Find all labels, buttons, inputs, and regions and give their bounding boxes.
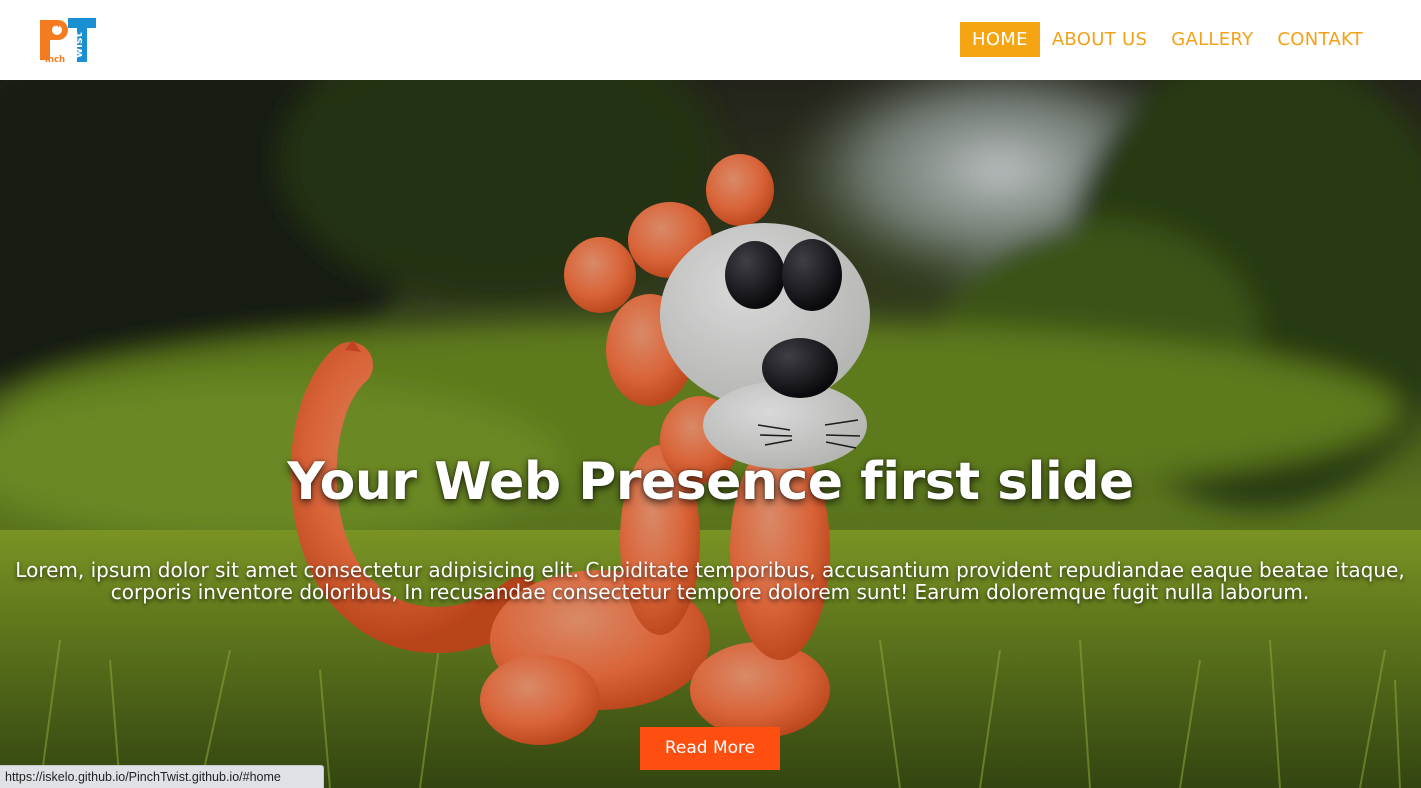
hero-background-image — [0, 80, 1421, 788]
nav-item-gallery[interactable]: GALLERY — [1159, 22, 1265, 57]
pinchtwist-logo-icon: wist inch — [40, 18, 96, 65]
nav-item-home[interactable]: HOME — [960, 22, 1040, 57]
brand-logo[interactable]: wist inch — [38, 16, 100, 65]
read-more-button[interactable]: Read More — [640, 727, 780, 770]
hero-slide: Your Web Presence first slide Lorem, ips… — [0, 80, 1421, 788]
status-bar-url: https://iskelo.github.io/PinchTwist.gith… — [0, 765, 324, 788]
navbar: wist inch HOME ABOUT US GALLERY CONTAKT — [0, 0, 1421, 80]
nav-item-about-us[interactable]: ABOUT US — [1040, 22, 1159, 57]
nav-item-contakt[interactable]: CONTAKT — [1265, 22, 1375, 57]
main-nav: HOME ABOUT US GALLERY CONTAKT — [960, 22, 1375, 57]
svg-text:wist: wist — [72, 32, 85, 58]
hero-description: Lorem, ipsum dolor sit amet consectetur … — [15, 558, 1405, 604]
svg-text:inch: inch — [45, 55, 65, 64]
hero-title: Your Web Presence first slide — [287, 452, 1134, 512]
